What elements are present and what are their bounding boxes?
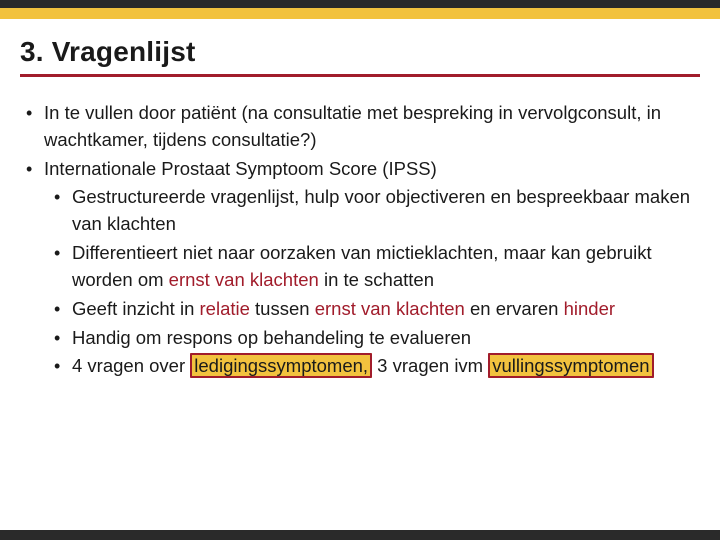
- bar-gold: [0, 8, 720, 19]
- highlight-ernst-1: ernst van klachten: [169, 269, 319, 290]
- bullet-2-text: Internationale Prostaat Symptoom Score (…: [44, 158, 437, 179]
- bullet-2-5-a: 4 vragen over: [72, 355, 190, 376]
- bullet-2: Internationale Prostaat Symptoom Score (…: [22, 156, 694, 381]
- bullet-1: In te vullen door patiënt (na consultati…: [22, 100, 694, 154]
- slide: 3. Vragenlijst In te vullen door patiënt…: [0, 0, 720, 540]
- bullet-2-3-b: tussen: [250, 298, 315, 319]
- slide-title: 3. Vragenlijst: [20, 36, 700, 77]
- bullet-2-1: Gestructureerde vragenlijst, hulp voor o…: [44, 184, 694, 238]
- highlight-relatie: relatie: [200, 298, 250, 319]
- top-bars: [0, 0, 720, 19]
- title-block: 3. Vragenlijst: [20, 36, 700, 77]
- bullet-2-5: 4 vragen over ledigingssymptomen, 3 vrag…: [44, 353, 694, 380]
- highlight-ernst-2: ernst van klachten: [315, 298, 465, 319]
- bullet-2-3-c: en ervaren: [465, 298, 564, 319]
- bullet-2-3: Geeft inzicht in relatie tussen ernst va…: [44, 296, 694, 323]
- highlight-hinder: hinder: [564, 298, 615, 319]
- bullet-2-5-b: 3 vragen ivm: [372, 355, 488, 376]
- bullet-2-4-text: Handig om respons op behandeling te eval…: [72, 327, 471, 348]
- bullet-2-1-text: Gestructureerde vragenlijst, hulp voor o…: [72, 186, 690, 234]
- bullet-2-4: Handig om respons op behandeling te eval…: [44, 325, 694, 352]
- box-ledigings: ledigingssymptomen,: [190, 353, 372, 378]
- bar-dark-bottom: [0, 530, 720, 540]
- bullet-1-text: In te vullen door patiënt (na consultati…: [44, 102, 661, 150]
- bullet-2-2-b: in te schatten: [319, 269, 434, 290]
- box-vullings: vullingssymptomen: [488, 353, 653, 378]
- bullet-2-3-a: Geeft inzicht in: [72, 298, 200, 319]
- slide-content: In te vullen door patiënt (na consultati…: [22, 100, 694, 382]
- bar-dark-top: [0, 0, 720, 8]
- bullet-2-2: Differentieert niet naar oorzaken van mi…: [44, 240, 694, 294]
